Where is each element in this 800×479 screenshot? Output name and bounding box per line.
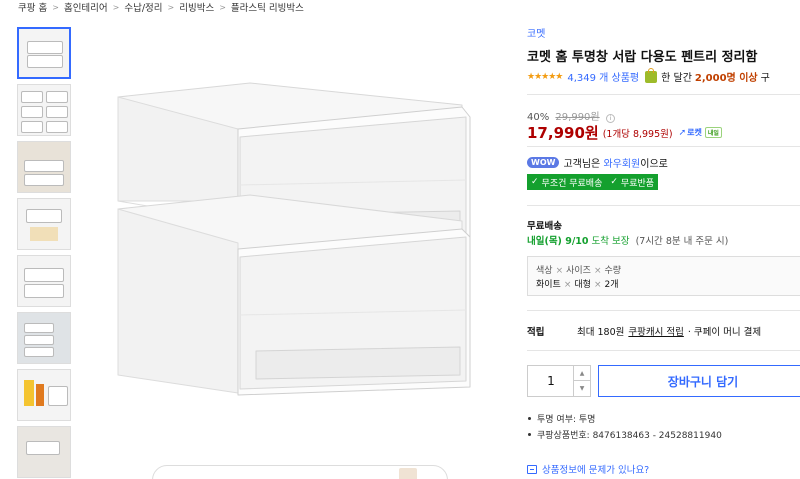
rating-row: ★★★★★ 4,349 개 상품평 한 달간 2,000명 이상 구 [527, 67, 770, 84]
divider [527, 205, 800, 206]
free-return-label: 무료반품 [620, 178, 655, 189]
chevron-right-icon: > [167, 2, 175, 12]
quantity-input[interactable]: 1 [528, 366, 574, 396]
wow-member-link[interactable]: 와우회원 [603, 155, 640, 170]
breadcrumb-home-interior[interactable]: 홈인테리어 [64, 0, 108, 14]
thumbnail-7[interactable] [17, 369, 71, 421]
divider [527, 350, 800, 351]
thumbnail-4[interactable] [17, 198, 71, 250]
option-value-color: 화이트 [536, 280, 561, 290]
divider [527, 310, 800, 311]
thumbnail-2[interactable] [17, 84, 71, 136]
free-shipping-badge: ✓ 무조건 무료배송 [527, 174, 607, 190]
spec-product-number: 쿠팡상품번호: 8476138463 - 24528811940 [527, 426, 722, 442]
add-to-cart-button[interactable]: 장바구니 담기 [598, 365, 800, 397]
report-problem-link[interactable]: 상품정보에 문제가 있나요? [527, 462, 649, 476]
shopping-bag-icon [645, 67, 658, 83]
rocket-tomorrow-tag: 내일 [704, 127, 722, 138]
wow-badge: WOW [527, 157, 560, 168]
quantity-stepper: 1 ▲ ▼ [527, 365, 591, 397]
rocket-delivery-badge: ➚ 로켓 내일 [679, 127, 722, 138]
breadcrumb-home[interactable]: 쿠팡 홈 [18, 0, 47, 14]
order-deadline: (7시간 8분 내 주문 시) [635, 236, 729, 247]
thumbnail-3[interactable] [17, 141, 71, 193]
free-shipping-label: 무조건 무료배송 [541, 178, 603, 189]
review-count-link[interactable]: 4,349 개 상품평 [567, 69, 639, 84]
thumbnail-list [17, 27, 73, 479]
sold-suffix: 구 [760, 73, 770, 84]
chevron-down-icon[interactable]: ▼ [573, 381, 590, 396]
check-icon: ✓ [610, 177, 618, 187]
option-value-qty: 2개 [604, 280, 619, 290]
wow-text-suffix: 이으로 [640, 159, 668, 170]
reward-row: 적립 최대 180원 쿠팡캐시 적립 · 쿠페이 머니 결제 [527, 324, 761, 338]
benefit-row: ✓ 무조건 무료배송 ✓ 무료반품 [527, 174, 659, 190]
reward-label: 적립 [527, 327, 545, 338]
selected-option-box[interactable]: 색상 × 사이즈 × 수량 화이트 × 대형 × 2개 [527, 256, 800, 296]
thumbnail-8[interactable] [17, 426, 71, 478]
option-label-qty: 수량 [604, 266, 622, 276]
product-title: 코멧 홈 투명창 서랍 다용도 펜트리 정리함 [527, 50, 758, 65]
arrival-date: 내일(목) 9/10 [527, 236, 589, 247]
sold-quantity: 2,000명 이상 [694, 73, 758, 84]
chevron-up-icon[interactable]: ▲ [573, 366, 590, 381]
gallery-thumbnail [399, 468, 417, 479]
breadcrumb-plastic-living-box[interactable]: 플라스틱 리빙박스 [231, 0, 304, 14]
discount-row: 40% 29,990원 i [527, 108, 615, 123]
option-label-size: 사이즈 [566, 266, 591, 276]
thumbnail-5[interactable] [17, 255, 71, 307]
wow-text-prefix: 고객님은 [563, 159, 601, 170]
option-labels: 색상 × 사이즈 × 수량 [536, 266, 622, 276]
unit-price: (1개당 8,995원) [602, 128, 673, 140]
shipping-label: 무료배송 [527, 221, 562, 232]
divider [527, 146, 800, 147]
product-info-panel: 코멧 코멧 홈 투명창 서랍 다용도 펜트리 정리함 ★★★★★ 4,349 개… [527, 0, 800, 479]
coupay-text: · 쿠페이 머니 결제 [687, 327, 762, 338]
product-page: 쿠팡 홈 > 홈인테리어 > 수납/정리 > 리빙박스 > 플라스틱 리빙박스 [0, 0, 800, 479]
shipping-row: 내일(목) 9/10 도착 보장 (7시간 8분 내 주문 시) [527, 233, 728, 247]
price-row: 17,990원 (1개당 8,995원) ➚ 로켓 내일 [527, 122, 722, 143]
thumbnail-1[interactable] [17, 27, 71, 79]
rating-stars: ★★★★★ [527, 71, 563, 82]
breadcrumb: 쿠팡 홈 > 홈인테리어 > 수납/정리 > 리빙박스 > 플라스틱 리빙박스 [18, 0, 304, 15]
option-value-size: 대형 [574, 280, 591, 290]
thumbnail-6[interactable] [17, 312, 71, 364]
divider [527, 94, 800, 95]
rocket-label: 로켓 [687, 128, 702, 137]
option-label-color: 색상 [536, 266, 553, 276]
free-return-badge: ✓ 무료반품 [606, 174, 659, 190]
option-values: 화이트 × 대형 × 2개 [536, 280, 619, 290]
chevron-right-icon: > [52, 2, 59, 12]
sold-prefix: 한 달간 [661, 73, 692, 84]
product-main-image[interactable] [90, 25, 510, 465]
spec-transparency: 투명 여부: 투명 [527, 410, 722, 426]
image-gallery-button[interactable] [152, 465, 448, 479]
arrival-guarantee: 도착 보장 [591, 236, 630, 247]
wow-row: WOW 고객님은 와우회원 이으로 [527, 155, 668, 170]
sale-price: 17,990원 [527, 124, 599, 142]
breadcrumb-storage[interactable]: 수납/정리 [124, 0, 162, 14]
message-icon [527, 464, 537, 474]
breadcrumb-living-box[interactable]: 리빙박스 [179, 0, 214, 14]
check-icon: ✓ [531, 177, 539, 187]
reward-max: 최대 180원 [577, 327, 625, 338]
spec-list: 투명 여부: 투명 쿠팡상품번호: 8476138463 - 245288119… [527, 410, 722, 442]
chevron-right-icon: > [112, 2, 120, 12]
coupang-cash-link[interactable]: 쿠팡캐시 적립 [628, 324, 683, 338]
report-problem-label: 상품정보에 문제가 있나요? [542, 465, 650, 476]
chevron-right-icon: > [219, 2, 226, 12]
rocket-icon: ➚ [678, 127, 687, 138]
brand-link[interactable]: 코멧 [527, 25, 545, 40]
